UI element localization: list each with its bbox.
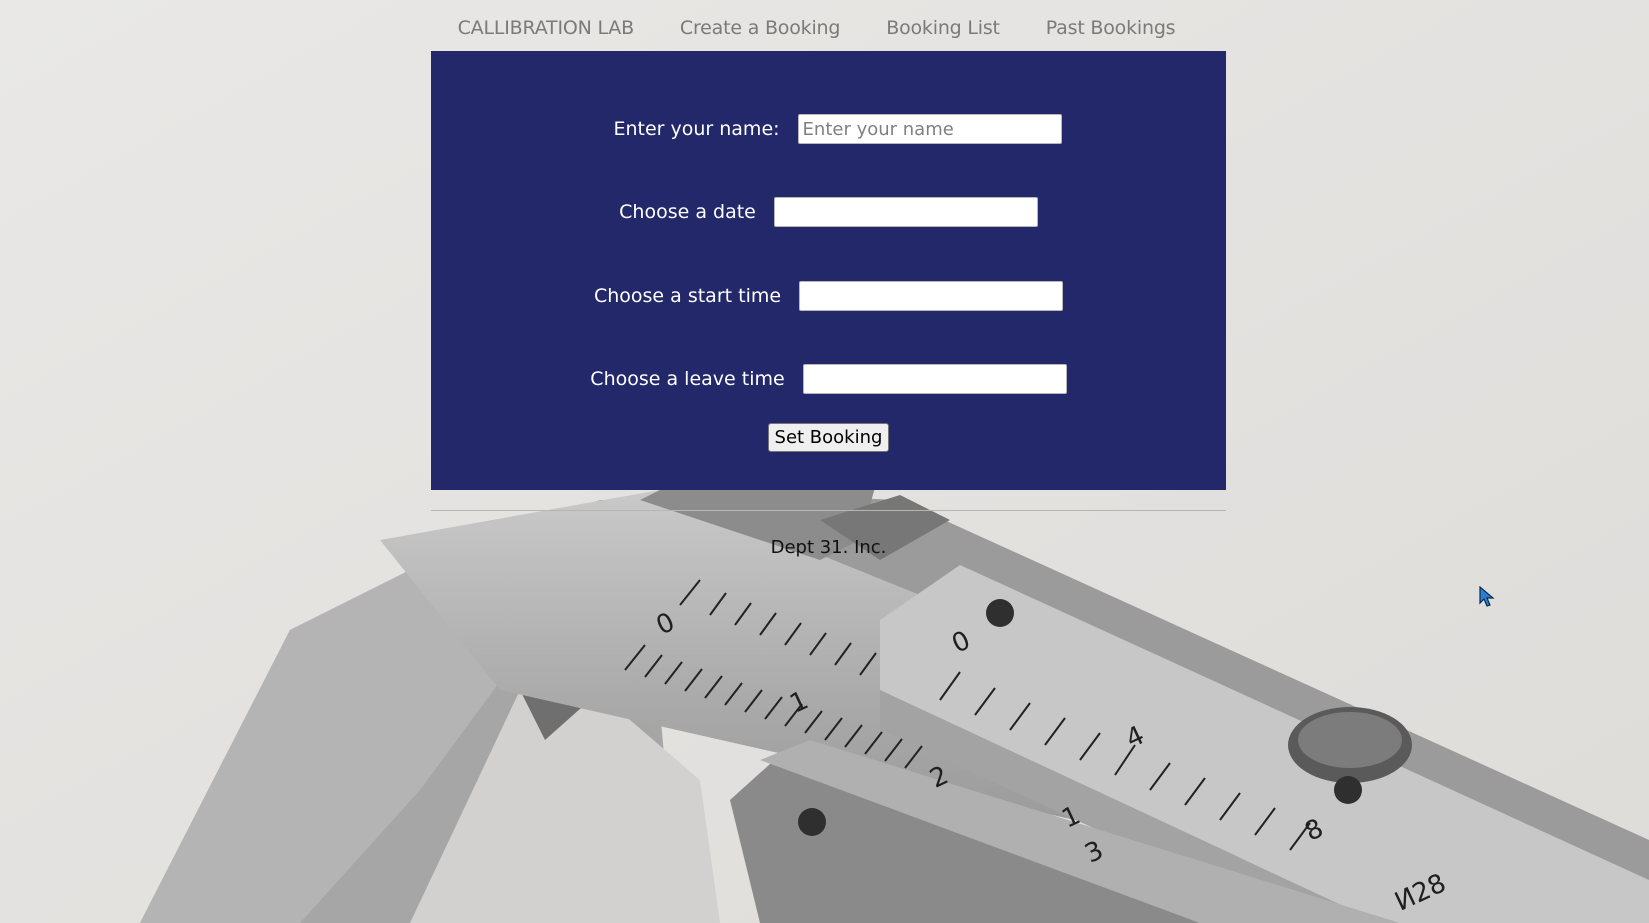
start-time-label: Choose a start time	[593, 285, 782, 307]
footer-divider	[431, 510, 1226, 511]
footer-text: Dept 31. Inc.	[770, 537, 887, 558]
name-input[interactable]	[797, 114, 1062, 144]
nav-booking-list[interactable]: Booking List	[886, 14, 1000, 44]
date-input[interactable]	[773, 197, 1038, 227]
date-label: Choose a date	[619, 201, 756, 223]
leave-time-row: Choose a leave time	[431, 364, 1226, 394]
nav-past-bookings[interactable]: Past Bookings	[1046, 14, 1176, 44]
leave-time-label: Choose a leave time	[590, 368, 785, 390]
start-time-row: Choose a start time	[431, 281, 1226, 311]
name-label: Enter your name:	[613, 118, 780, 140]
start-time-input[interactable]	[799, 281, 1064, 311]
leave-time-input[interactable]	[802, 364, 1067, 394]
nav-brand-link[interactable]: CALLIBRATION LAB	[458, 14, 635, 44]
top-navigation: CALLIBRATION LAB Create a Booking Bookin…	[0, 14, 1649, 44]
date-row: Choose a date	[431, 197, 1226, 227]
set-booking-button[interactable]: Set Booking	[767, 423, 890, 452]
mouse-cursor-icon	[1479, 586, 1495, 607]
name-row: Enter your name:	[440, 114, 1235, 144]
submit-row: Set Booking	[431, 423, 1226, 452]
nav-create-booking[interactable]: Create a Booking	[680, 14, 841, 44]
booking-form-panel: Enter your name: Choose a date Choose a …	[431, 51, 1226, 490]
